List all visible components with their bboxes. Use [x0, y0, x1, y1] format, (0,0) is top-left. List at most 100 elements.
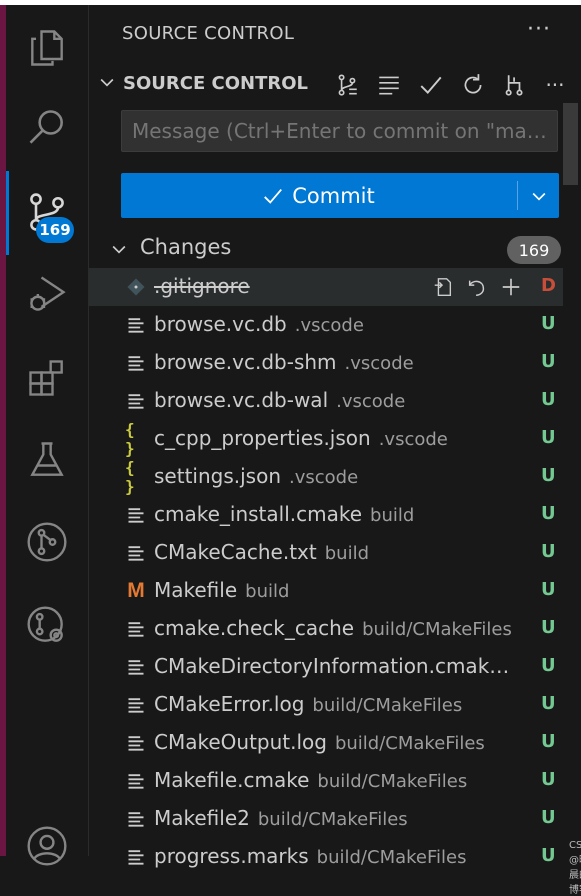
view-graph-button[interactable]	[333, 71, 361, 99]
change-row[interactable]: browse.vc.db-shm .vscode U	[89, 344, 563, 382]
run-debug-icon	[30, 276, 66, 311]
file-name: Makefile.cmake build/CMakeFiles	[154, 768, 467, 792]
file-name: .gitignore	[154, 274, 250, 298]
change-row[interactable]: CMakeCache.txt build U	[89, 534, 563, 572]
list-view-button[interactable]	[375, 71, 403, 99]
extensions-button[interactable]	[6, 347, 88, 409]
view-graph-icon	[338, 74, 357, 96]
commit-message-input[interactable]	[121, 110, 558, 152]
status-badge: U	[541, 313, 556, 334]
run-debug-button[interactable]	[6, 263, 88, 325]
status-badge: U	[541, 351, 556, 372]
git-icon	[125, 276, 147, 298]
file-name: c_cpp_properties.json .vscode	[154, 426, 448, 450]
section-title: SOURCE CONTROL	[123, 73, 309, 94]
stage-icon[interactable]	[498, 274, 524, 300]
status-badge: U	[541, 617, 556, 638]
json-icon: { }	[125, 420, 135, 458]
commit-dropdown-button[interactable]	[518, 173, 559, 218]
status-badge: U	[541, 693, 556, 714]
check-icon	[420, 76, 442, 95]
remote-button[interactable]	[6, 595, 88, 657]
search-button[interactable]	[6, 97, 88, 159]
file-name: cmake_install.cmake build	[154, 502, 414, 526]
change-row[interactable]: Makefile2 build/CMakeFiles U	[89, 800, 563, 838]
discard-icon[interactable]	[464, 274, 490, 300]
change-row[interactable]: { } c_cpp_properties.json .vscode U	[89, 420, 563, 458]
commit-button[interactable]: Commit	[121, 173, 516, 218]
file-directory: build	[370, 505, 415, 526]
file-directory: build	[324, 543, 369, 564]
chevron-down-icon	[100, 78, 114, 87]
makefile-icon: M	[127, 579, 145, 602]
branch-icon	[505, 75, 523, 96]
refresh-button[interactable]	[459, 71, 487, 99]
file-directory: .vscode	[294, 315, 364, 336]
file-lines-icon	[125, 656, 147, 678]
file-name: CMakeCache.txt build	[154, 540, 369, 564]
status-badge: U	[541, 427, 556, 448]
status-badge: U	[541, 655, 556, 676]
file-name-text: browse.vc.db	[154, 312, 287, 336]
change-row[interactable]: browse.vc.db .vscode U	[89, 306, 563, 344]
change-row[interactable]: CMakeDirectoryInformation.cmak… U	[89, 648, 563, 686]
file-name-text: c_cpp_properties.json	[154, 426, 371, 450]
status-badge: U	[541, 807, 556, 828]
commit-check-button[interactable]	[417, 71, 445, 99]
accounts-button[interactable]	[6, 815, 88, 877]
file-lines-icon	[125, 732, 147, 754]
file-name: cmake.check_cache build/CMakeFiles	[154, 616, 512, 640]
file-name: settings.json .vscode	[154, 464, 358, 488]
change-row[interactable]: Makefile.cmake build/CMakeFiles U	[89, 762, 563, 800]
status-badge: U	[541, 541, 556, 562]
row-actions	[430, 273, 530, 301]
file-lines-icon	[125, 352, 147, 374]
status-badge: U	[541, 503, 556, 524]
file-lines-icon	[125, 770, 147, 792]
change-row[interactable]: cmake_install.cmake build U	[89, 496, 563, 534]
changes-group-header[interactable]: Changes 169	[89, 231, 581, 267]
branch-actions-button[interactable]	[499, 71, 527, 99]
file-directory: build/CMakeFiles	[362, 619, 512, 640]
file-name: Makefile build	[154, 578, 289, 602]
status-badge: U	[541, 769, 556, 790]
section-more-button[interactable]: ···	[541, 71, 569, 99]
file-lines-icon	[125, 618, 147, 640]
testing-button[interactable]	[6, 429, 88, 491]
check-icon	[262, 185, 284, 207]
scrollbar-thumb[interactable]	[563, 103, 578, 185]
chevron-down-icon	[532, 192, 545, 201]
file-directory: .vscode	[289, 467, 359, 488]
status-badge: U	[541, 465, 556, 486]
remote-icon	[27, 606, 63, 642]
file-directory: build/CMakeFiles	[257, 809, 408, 830]
file-lines-icon	[125, 808, 147, 830]
file-name-text: cmake_install.cmake	[154, 502, 363, 526]
panel-more-button[interactable]: ···	[527, 17, 551, 42]
change-row[interactable]: CMakeOutput.log build/CMakeFiles U	[89, 724, 563, 762]
file-name-text: cmake.check_cache	[154, 616, 355, 640]
file-lines-icon	[125, 846, 147, 868]
change-row[interactable]: progress.marks build/CMakeFiles U	[89, 838, 563, 876]
change-row[interactable]: { } settings.json .vscode U	[89, 458, 563, 496]
file-name-text: .gitignore	[154, 274, 250, 298]
file-directory: build	[245, 581, 290, 602]
beaker-icon	[30, 442, 64, 476]
file-directory: .vscode	[378, 429, 448, 450]
change-row[interactable]: .gitignore D	[89, 268, 563, 306]
source-control-section-header[interactable]: SOURCE CONTROL ···	[89, 65, 581, 103]
search-icon	[29, 110, 63, 144]
status-badge: U	[541, 579, 556, 600]
change-row[interactable]: M Makefile build U	[89, 572, 563, 610]
file-name-text: CMakeError.log	[154, 692, 305, 716]
change-row[interactable]: CMakeError.log build/CMakeFiles U	[89, 686, 563, 724]
account-icon	[27, 826, 67, 866]
git-graph-button[interactable]	[6, 511, 88, 573]
source-control-badge: 169	[36, 217, 74, 243]
change-row[interactable]: browse.vc.db-wal .vscode U	[89, 382, 563, 420]
open-file-icon[interactable]	[430, 274, 456, 300]
source-control-sidebar: SOURCE CONTROL ··· SOURCE CONTROL ··· Me…	[89, 5, 581, 896]
watermark: CSDN @晓晨的博客	[569, 840, 581, 896]
explorer-button[interactable]	[6, 17, 88, 79]
change-row[interactable]: cmake.check_cache build/CMakeFiles U	[89, 610, 563, 648]
